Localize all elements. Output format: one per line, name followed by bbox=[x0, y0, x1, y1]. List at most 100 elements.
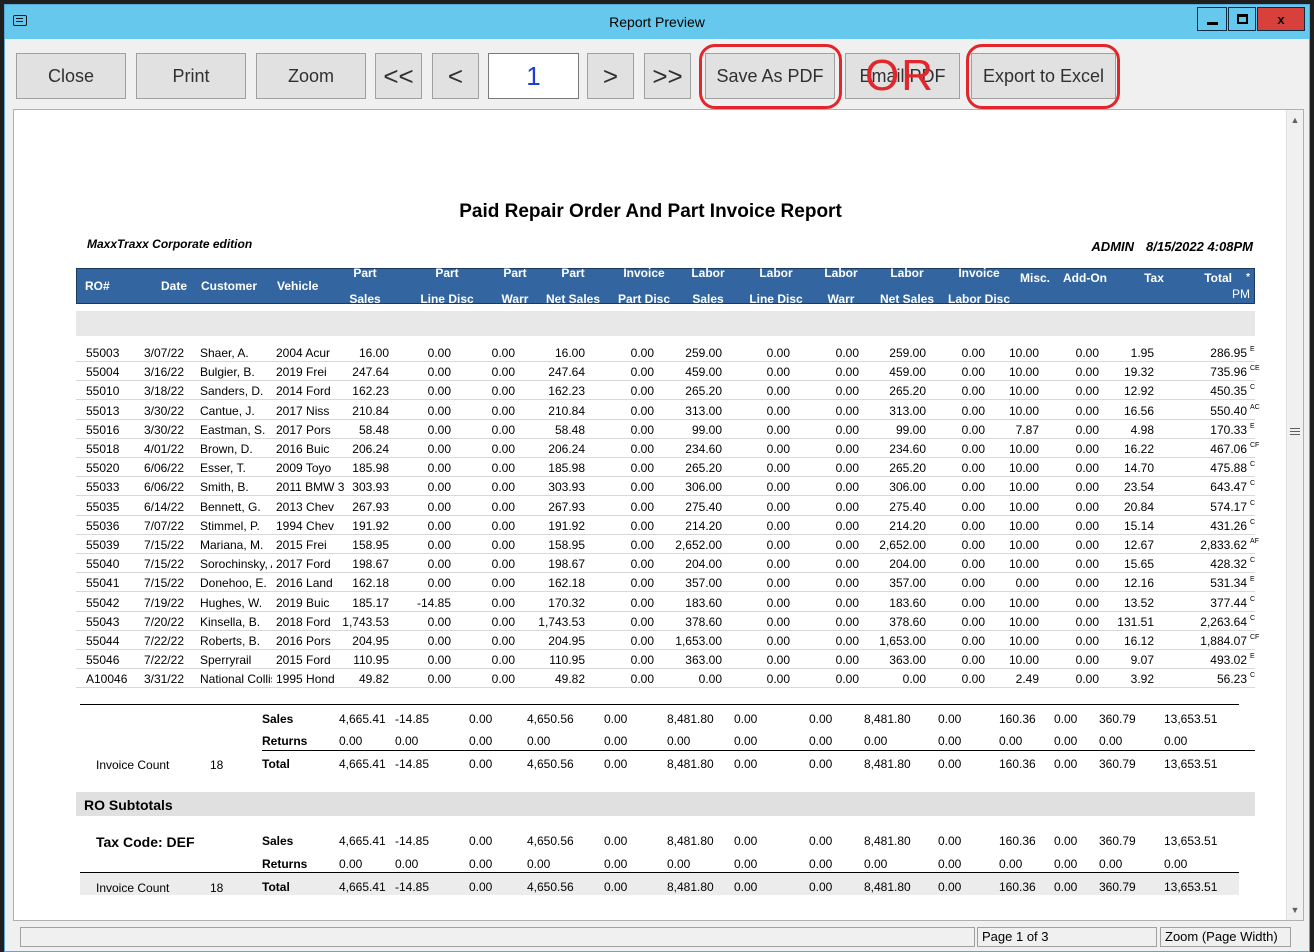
table-cell: National Collis bbox=[200, 672, 272, 687]
scroll-up-arrow-icon[interactable]: ▲ bbox=[1287, 112, 1303, 128]
scroll-down-arrow-icon[interactable]: ▼ bbox=[1287, 902, 1303, 918]
table-cell: 0.00 bbox=[527, 734, 551, 748]
table-cell: 10.00 bbox=[1008, 384, 1039, 399]
table-cell: 303.93 bbox=[352, 480, 389, 495]
table-cell: 0.00 bbox=[835, 384, 859, 399]
email-pdf-button[interactable]: Email PDF bbox=[845, 53, 960, 99]
table-cell: 15.14 bbox=[1123, 518, 1154, 533]
table-cell: 9.07 bbox=[1130, 653, 1154, 668]
summary-row: Returns 0.00 0.00 0.00 0.00 0.00 0.00 0.00 0.00 0… bbox=[14, 730, 1287, 752]
maximize-button[interactable] bbox=[1228, 7, 1256, 31]
table-cell: 0.00 bbox=[427, 557, 451, 572]
table-cell: 0.00 bbox=[961, 538, 985, 552]
table-row[interactable]: 55003 3/07/22 Shaer, A. 2004 Acur 16.00 0.00 0… bbox=[14, 343, 1287, 362]
table-cell: Hughes, W. bbox=[200, 595, 263, 610]
table-cell: 16.00 bbox=[554, 346, 585, 360]
table-cell: 0.00 bbox=[491, 499, 515, 514]
table-row[interactable]: 55033 6/06/22 Smith, B. 2011 BMW 3 303.93 0.0… bbox=[14, 477, 1287, 496]
row-flag: C bbox=[1250, 480, 1256, 488]
table-cell: 0.00 bbox=[1164, 857, 1188, 871]
table-cell: 10.00 bbox=[1008, 634, 1039, 648]
summary-label: Returns bbox=[262, 857, 308, 871]
export-to-excel-button[interactable]: Export to Excel bbox=[971, 53, 1116, 99]
summary-row: Sales 4,665.41 -14.85 0.00 4,650.56 0.00 8,481… bbox=[14, 708, 1287, 730]
table-cell: 16.56 bbox=[1123, 403, 1154, 418]
table-cell: 20.84 bbox=[1123, 499, 1154, 514]
table-cell: 0.00 bbox=[427, 614, 451, 629]
table-cell: Esser, T. bbox=[200, 461, 246, 476]
table-cell: 377.44 bbox=[1210, 595, 1247, 610]
table-row[interactable]: 55020 6/06/22 Esser, T. 2009 Toyo 185.98 0.00… bbox=[14, 458, 1287, 477]
table-cell: 0.00 bbox=[1075, 461, 1099, 476]
table-cell: 2015 Ford bbox=[276, 653, 331, 668]
close-button[interactable]: Close bbox=[16, 53, 126, 99]
table-cell: 7.87 bbox=[1015, 422, 1039, 437]
table-row[interactable]: 55013 3/30/22 Cantue, J. 2017 Niss 210.84 0.0… bbox=[14, 401, 1287, 420]
vertical-scrollbar[interactable]: ▲ ▼ bbox=[1286, 110, 1303, 920]
table-cell: 0.00 bbox=[1075, 499, 1099, 514]
zoom-button[interactable]: Zoom bbox=[256, 53, 366, 99]
print-button[interactable]: Print bbox=[136, 53, 246, 99]
report-viewport[interactable]: Paid Repair Order And Part Invoice Repor… bbox=[13, 109, 1304, 921]
table-cell: 0.00 bbox=[809, 712, 833, 726]
table-row[interactable]: 55004 3/16/22 Bulgier, B. 2019 Frei 247.64 0.… bbox=[14, 362, 1287, 381]
table-cell: 0.00 bbox=[1075, 422, 1099, 437]
first-page-button[interactable]: << bbox=[375, 53, 422, 99]
table-cell: 467.06 bbox=[1210, 442, 1247, 456]
table-row[interactable]: 55040 7/15/22 Sorochinsky, A 2017 Ford 198.6… bbox=[14, 554, 1287, 573]
table-cell: 0.00 bbox=[630, 346, 654, 360]
table-cell: 160.36 bbox=[999, 834, 1036, 848]
table-cell: 0.00 bbox=[835, 422, 859, 437]
table-cell: 0.00 bbox=[339, 857, 363, 871]
table-cell: 0.00 bbox=[961, 461, 985, 476]
table-cell: 475.88 bbox=[1210, 461, 1247, 476]
table-cell: 55039 bbox=[86, 538, 120, 552]
table-row[interactable]: 55016 3/30/22 Eastman, S. 2017 Pors 58.48 0.0… bbox=[14, 420, 1287, 439]
table-cell: 110.95 bbox=[549, 653, 585, 668]
table-cell: Bennett, G. bbox=[200, 499, 261, 514]
table-cell: 16.00 bbox=[358, 346, 389, 360]
table-row[interactable]: 55046 7/22/22 Sperryrail 2015 Ford 110.95 0.0… bbox=[14, 650, 1287, 669]
minimize-button[interactable] bbox=[1197, 7, 1227, 31]
table-cell: 0.00 bbox=[469, 857, 493, 871]
table-cell: 0.00 bbox=[667, 857, 691, 871]
table-row[interactable]: 55010 3/18/22 Sanders, D. 2014 Ford 162.23 0.… bbox=[14, 381, 1287, 400]
window-close-button[interactable]: x bbox=[1257, 7, 1305, 31]
table-row[interactable]: 55041 7/15/22 Donehoo, E. 2016 Land 162.18 0.… bbox=[14, 573, 1287, 592]
table-cell: 58.48 bbox=[554, 422, 585, 437]
previous-page-button[interactable]: < bbox=[432, 53, 479, 99]
table-cell: 10.00 bbox=[1008, 499, 1039, 514]
row-flag: C bbox=[1250, 614, 1256, 622]
table-row[interactable]: 55044 7/22/22 Roberts, B. 2016 Pors 204.95 0.… bbox=[14, 631, 1287, 650]
save-as-pdf-button[interactable]: Save As PDF bbox=[705, 53, 835, 99]
table-cell: 0.00 bbox=[1075, 595, 1099, 610]
table-cell: 0.00 bbox=[835, 461, 859, 476]
table-row[interactable]: 55043 7/20/22 Kinsella, B. 2018 Ford 1,743.5… bbox=[14, 612, 1287, 631]
table-cell: 158.95 bbox=[548, 538, 585, 552]
table-cell: 0.00 bbox=[961, 365, 985, 380]
table-cell: 2,833.62 bbox=[1200, 538, 1247, 552]
table-cell: 265.20 bbox=[889, 461, 926, 476]
table-cell: 360.79 bbox=[1099, 712, 1136, 726]
table-cell: 1,653.00 bbox=[879, 634, 926, 648]
table-row[interactable]: 55035 6/14/22 Bennett, G. 2013 Chev 267.93 0.… bbox=[14, 497, 1287, 516]
table-row[interactable]: 55018 4/01/22 Brown, D. 2016 Buic 206.24 0.00… bbox=[14, 439, 1287, 458]
table-row[interactable]: 55036 7/07/22 Stimmel, P. 1994 Chev 191.92 0.… bbox=[14, 516, 1287, 535]
table-cell: 0.00 bbox=[630, 518, 654, 533]
table-cell: 0.00 bbox=[1075, 518, 1099, 533]
table-cell: 55003 bbox=[86, 346, 120, 360]
table-row[interactable]: 55039 7/15/22 Mariana, M. 2015 Frei 158.95 0.… bbox=[14, 535, 1287, 554]
scrollbar-thumb-grip-icon[interactable] bbox=[1290, 428, 1300, 435]
table-cell: 0.00 bbox=[491, 461, 515, 476]
title-bar[interactable]: Report Preview x bbox=[5, 5, 1309, 39]
row-flag: C bbox=[1250, 595, 1256, 603]
table-cell: Eastman, S. bbox=[200, 422, 266, 437]
next-page-button[interactable]: > bbox=[587, 53, 634, 99]
table-cell: 0.00 bbox=[1099, 734, 1123, 748]
page-number-input[interactable]: 1 bbox=[488, 53, 579, 99]
last-page-button[interactable]: >> bbox=[644, 53, 691, 99]
table-row[interactable]: A10046 3/31/22 National Collis 1995 Hond 49.… bbox=[14, 669, 1287, 688]
table-row[interactable]: 55042 7/19/22 Hughes, W. 2019 Buic 185.17 -14… bbox=[14, 593, 1287, 612]
header-spacer-band bbox=[76, 311, 1255, 336]
table-cell: 0.00 bbox=[1075, 634, 1099, 648]
